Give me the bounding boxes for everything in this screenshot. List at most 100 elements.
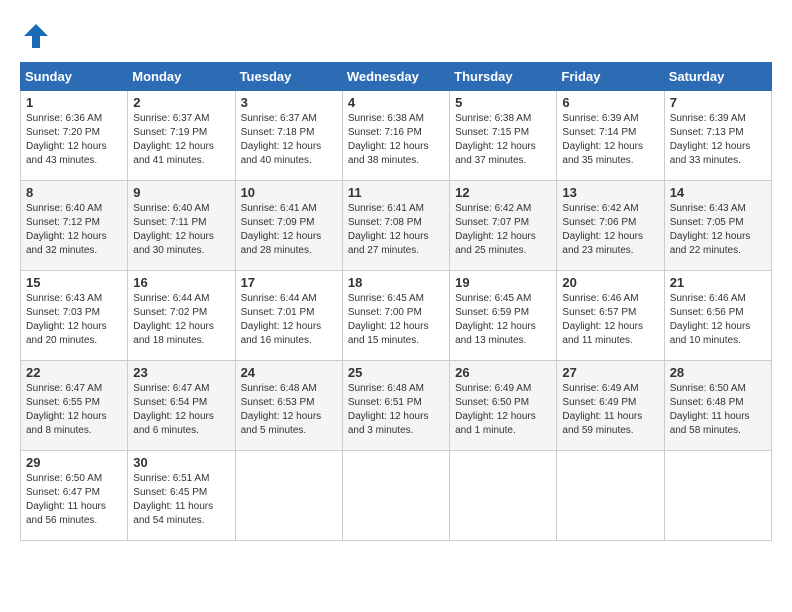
day-number: 29 (26, 455, 122, 470)
day-number: 13 (562, 185, 658, 200)
calendar-cell (235, 451, 342, 541)
day-info: Sunrise: 6:42 AMSunset: 7:06 PMDaylight:… (562, 202, 658, 258)
day-number: 8 (26, 185, 122, 200)
calendar-cell (664, 451, 771, 541)
page-header (20, 20, 772, 52)
calendar-cell: 19 Sunrise: 6:45 AMSunset: 6:59 PMDayligh… (450, 271, 557, 361)
logo (20, 20, 56, 52)
calendar-week-2: 8 Sunrise: 6:40 AMSunset: 7:12 PMDaylight… (21, 181, 772, 271)
day-info: Sunrise: 6:49 AMSunset: 6:50 PMDaylight:… (455, 382, 551, 438)
day-number: 7 (670, 95, 766, 110)
day-number: 25 (348, 365, 444, 380)
day-info: Sunrise: 6:44 AMSunset: 7:02 PMDaylight:… (133, 292, 229, 348)
day-number: 6 (562, 95, 658, 110)
calendar-cell (450, 451, 557, 541)
day-info: Sunrise: 6:47 AMSunset: 6:55 PMDaylight:… (26, 382, 122, 438)
calendar-cell: 23 Sunrise: 6:47 AMSunset: 6:54 PMDayligh… (128, 361, 235, 451)
calendar-cell: 13 Sunrise: 6:42 AMSunset: 7:06 PMDayligh… (557, 181, 664, 271)
calendar-cell: 2 Sunrise: 6:37 AMSunset: 7:19 PMDaylight… (128, 91, 235, 181)
calendar-table: SundayMondayTuesdayWednesdayThursdayFrid… (20, 62, 772, 541)
day-number: 24 (241, 365, 337, 380)
day-number: 16 (133, 275, 229, 290)
day-number: 5 (455, 95, 551, 110)
column-header-thursday: Thursday (450, 63, 557, 91)
day-info: Sunrise: 6:41 AMSunset: 7:09 PMDaylight:… (241, 202, 337, 258)
calendar-week-1: 1 Sunrise: 6:36 AMSunset: 7:20 PMDaylight… (21, 91, 772, 181)
day-info: Sunrise: 6:38 AMSunset: 7:16 PMDaylight:… (348, 112, 444, 168)
day-number: 12 (455, 185, 551, 200)
day-number: 15 (26, 275, 122, 290)
column-header-monday: Monday (128, 63, 235, 91)
day-info: Sunrise: 6:50 AMSunset: 6:47 PMDaylight:… (26, 472, 122, 528)
day-info: Sunrise: 6:40 AMSunset: 7:11 PMDaylight:… (133, 202, 229, 258)
calendar-week-3: 15 Sunrise: 6:43 AMSunset: 7:03 PMDayligh… (21, 271, 772, 361)
day-number: 18 (348, 275, 444, 290)
day-info: Sunrise: 6:43 AMSunset: 7:03 PMDaylight:… (26, 292, 122, 348)
day-number: 26 (455, 365, 551, 380)
day-info: Sunrise: 6:44 AMSunset: 7:01 PMDaylight:… (241, 292, 337, 348)
day-number: 28 (670, 365, 766, 380)
day-number: 17 (241, 275, 337, 290)
calendar-cell: 26 Sunrise: 6:49 AMSunset: 6:50 PMDayligh… (450, 361, 557, 451)
day-info: Sunrise: 6:37 AMSunset: 7:19 PMDaylight:… (133, 112, 229, 168)
calendar-cell: 27 Sunrise: 6:49 AMSunset: 6:49 PMDayligh… (557, 361, 664, 451)
calendar-cell: 12Sunrise: 6:42 AMSunset: 7:07 PMDayligh… (450, 181, 557, 271)
day-info: Sunrise: 6:39 AMSunset: 7:13 PMDaylight:… (670, 112, 766, 168)
calendar-cell: 8 Sunrise: 6:40 AMSunset: 7:12 PMDaylight… (21, 181, 128, 271)
day-info: Sunrise: 6:39 AMSunset: 7:14 PMDaylight:… (562, 112, 658, 168)
day-number: 23 (133, 365, 229, 380)
day-number: 10 (241, 185, 337, 200)
day-info: Sunrise: 6:36 AMSunset: 7:20 PMDaylight:… (26, 112, 122, 168)
calendar-cell: 10 Sunrise: 6:41 AMSunset: 7:09 PMDayligh… (235, 181, 342, 271)
calendar-week-5: 29 Sunrise: 6:50 AMSunset: 6:47 PMDayligh… (21, 451, 772, 541)
calendar-cell: 25 Sunrise: 6:48 AMSunset: 6:51 PMDayligh… (342, 361, 449, 451)
day-info: Sunrise: 6:48 AMSunset: 6:53 PMDaylight:… (241, 382, 337, 438)
day-number: 20 (562, 275, 658, 290)
day-info: Sunrise: 6:41 AMSunset: 7:08 PMDaylight:… (348, 202, 444, 258)
calendar-cell: 30 Sunrise: 6:51 AMSunset: 6:45 PMDayligh… (128, 451, 235, 541)
calendar-cell: 28Sunrise: 6:50 AMSunset: 6:48 PMDayligh… (664, 361, 771, 451)
day-info: Sunrise: 6:43 AMSunset: 7:05 PMDaylight:… (670, 202, 766, 258)
day-number: 3 (241, 95, 337, 110)
day-info: Sunrise: 6:40 AMSunset: 7:12 PMDaylight:… (26, 202, 122, 258)
calendar-cell: 7 Sunrise: 6:39 AMSunset: 7:13 PMDaylight… (664, 91, 771, 181)
day-info: Sunrise: 6:46 AMSunset: 6:56 PMDaylight:… (670, 292, 766, 348)
day-info: Sunrise: 6:38 AMSunset: 7:15 PMDaylight:… (455, 112, 551, 168)
calendar-cell: 24 Sunrise: 6:48 AMSunset: 6:53 PMDayligh… (235, 361, 342, 451)
column-header-sunday: Sunday (21, 63, 128, 91)
calendar-cell: 5 Sunrise: 6:38 AMSunset: 7:15 PMDaylight… (450, 91, 557, 181)
day-number: 21 (670, 275, 766, 290)
day-number: 9 (133, 185, 229, 200)
day-number: 30 (133, 455, 229, 470)
calendar-cell: 18 Sunrise: 6:45 AMSunset: 7:00 PMDayligh… (342, 271, 449, 361)
calendar-cell: 16 Sunrise: 6:44 AMSunset: 7:02 PMDayligh… (128, 271, 235, 361)
day-info: Sunrise: 6:45 AMSunset: 7:00 PMDaylight:… (348, 292, 444, 348)
day-number: 2 (133, 95, 229, 110)
calendar-cell: 22 Sunrise: 6:47 AMSunset: 6:55 PMDayligh… (21, 361, 128, 451)
calendar-cell: 11 Sunrise: 6:41 AMSunset: 7:08 PMDayligh… (342, 181, 449, 271)
calendar-cell: 9 Sunrise: 6:40 AMSunset: 7:11 PMDaylight… (128, 181, 235, 271)
day-info: Sunrise: 6:46 AMSunset: 6:57 PMDaylight:… (562, 292, 658, 348)
calendar-cell: 21 Sunrise: 6:46 AMSunset: 6:56 PMDayligh… (664, 271, 771, 361)
day-info: Sunrise: 6:47 AMSunset: 6:54 PMDaylight:… (133, 382, 229, 438)
day-number: 27 (562, 365, 658, 380)
column-header-friday: Friday (557, 63, 664, 91)
calendar-cell: 29 Sunrise: 6:50 AMSunset: 6:47 PMDayligh… (21, 451, 128, 541)
calendar-cell: 4Sunrise: 6:38 AMSunset: 7:16 PMDaylight… (342, 91, 449, 181)
day-info: Sunrise: 6:49 AMSunset: 6:49 PMDaylight:… (562, 382, 658, 438)
day-number: 22 (26, 365, 122, 380)
calendar-cell: 15 Sunrise: 6:43 AMSunset: 7:03 PMDayligh… (21, 271, 128, 361)
day-info: Sunrise: 6:51 AMSunset: 6:45 PMDaylight:… (133, 472, 229, 528)
calendar-cell (557, 451, 664, 541)
calendar-cell: 17 Sunrise: 6:44 AMSunset: 7:01 PMDayligh… (235, 271, 342, 361)
day-info: Sunrise: 6:48 AMSunset: 6:51 PMDaylight:… (348, 382, 444, 438)
column-header-tuesday: Tuesday (235, 63, 342, 91)
day-number: 19 (455, 275, 551, 290)
day-info: Sunrise: 6:37 AMSunset: 7:18 PMDaylight:… (241, 112, 337, 168)
calendar-cell: 6 Sunrise: 6:39 AMSunset: 7:14 PMDaylight… (557, 91, 664, 181)
calendar-week-4: 22 Sunrise: 6:47 AMSunset: 6:55 PMDayligh… (21, 361, 772, 451)
column-header-wednesday: Wednesday (342, 63, 449, 91)
day-info: Sunrise: 6:45 AMSunset: 6:59 PMDaylight:… (455, 292, 551, 348)
day-number: 1 (26, 95, 122, 110)
day-number: 11 (348, 185, 444, 200)
